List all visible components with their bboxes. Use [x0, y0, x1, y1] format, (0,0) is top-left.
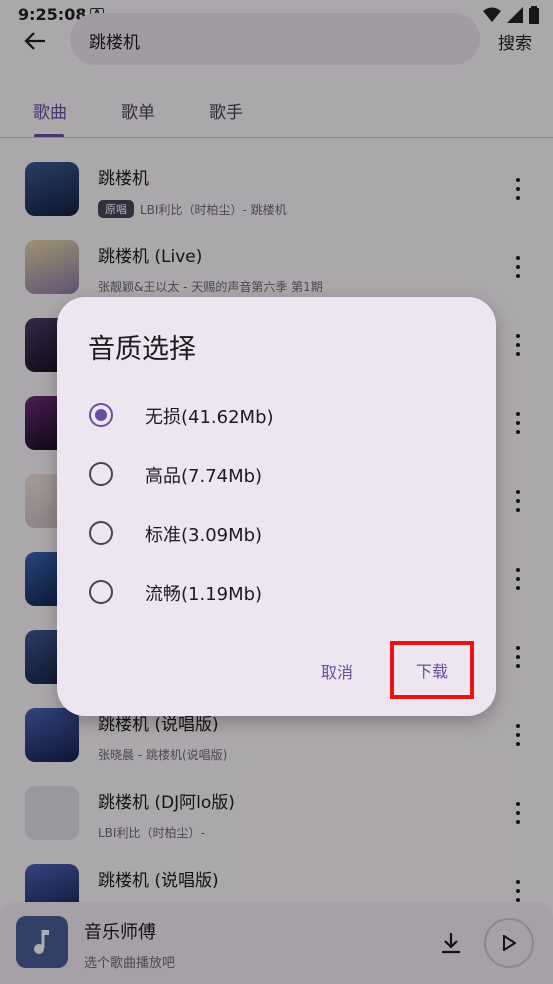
- radio-button[interactable]: [89, 403, 113, 427]
- download-button[interactable]: 下载: [390, 641, 474, 699]
- app-screen: 9:25:08 A 跳楼机 搜索 歌曲 歌单 歌手 跳楼机 原唱 LBI利比（时…: [0, 0, 553, 984]
- radio-button[interactable]: [89, 521, 113, 545]
- quality-option-lossless[interactable]: 无损(41.62Mb): [87, 394, 467, 438]
- quality-dialog: 音质选择 无损(41.62Mb) 高品(7.74Mb) 标准(3.09Mb) 流…: [57, 297, 496, 716]
- radio-button[interactable]: [89, 580, 113, 604]
- dialog-title: 音质选择: [88, 334, 196, 365]
- option-label: 流畅(1.19Mb): [145, 584, 263, 605]
- cancel-button[interactable]: 取消: [321, 659, 353, 683]
- quality-option-smooth[interactable]: 流畅(1.19Mb): [87, 571, 467, 615]
- option-label: 高品(7.74Mb): [145, 466, 263, 487]
- download-label: 下载: [415, 662, 448, 681]
- option-label: 标准(3.09Mb): [145, 525, 263, 546]
- option-label: 无损(41.62Mb): [145, 407, 274, 428]
- radio-button[interactable]: [89, 462, 113, 486]
- quality-option-high[interactable]: 高品(7.74Mb): [87, 453, 467, 497]
- quality-option-standard[interactable]: 标准(3.09Mb): [87, 512, 467, 556]
